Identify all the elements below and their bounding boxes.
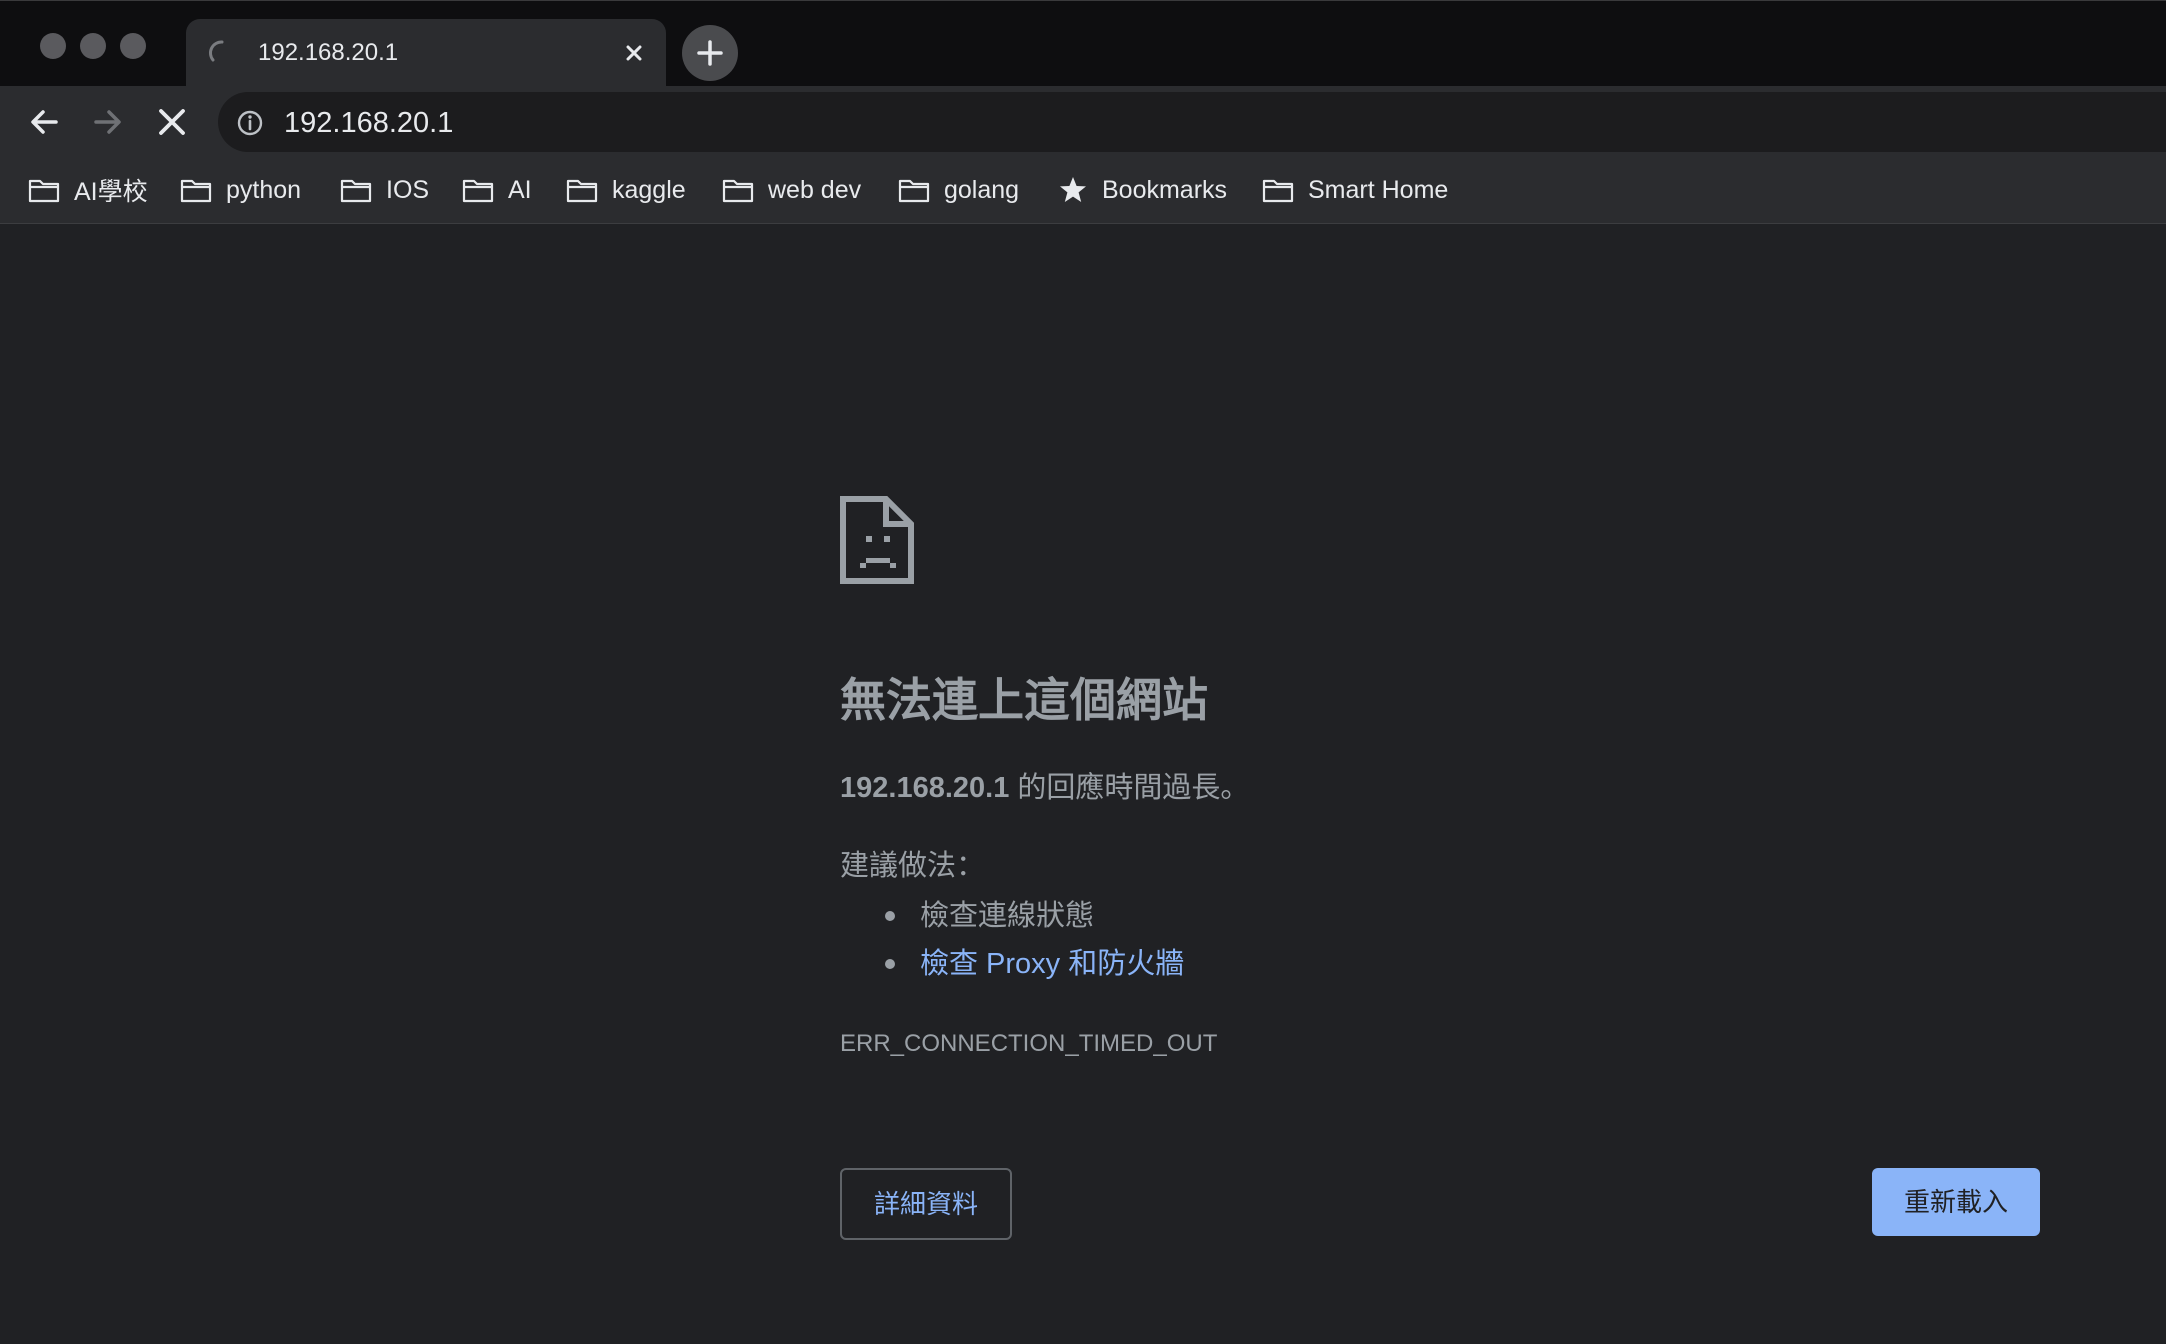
error-page: 無法連上這個網站 192.168.20.1 的回應時間過長。 建議做法： 檢查連… [0, 224, 2166, 1344]
window-maximize-button[interactable] [120, 33, 146, 59]
folder-icon [898, 179, 930, 203]
tab-strip: 192.168.20.1 [0, 0, 2166, 87]
url-text[interactable]: 192.168.20.1 [284, 106, 453, 140]
suggestion-check-proxy-link[interactable]: 檢查 Proxy 和防火牆 [840, 944, 1184, 992]
tab-active[interactable]: 192.168.20.1 [186, 19, 666, 87]
bookmark-label: golang [944, 175, 1020, 204]
reload-button[interactable]: 重新載入 [1872, 1168, 2040, 1236]
suggestion-check-connection: 檢查連線狀態 [840, 896, 1184, 944]
folder-icon [722, 179, 754, 203]
arrow-left-icon[interactable] [24, 102, 64, 142]
bookmark-python[interactable]: python [180, 170, 301, 210]
details-button[interactable]: 詳細資料 [840, 1168, 1012, 1240]
bookmark-bookmarks[interactable]: Bookmarks [1058, 170, 1227, 210]
folder-icon [180, 179, 212, 203]
bookmark-label: Smart Home [1308, 175, 1449, 204]
bookmark-ios[interactable]: IOS [340, 170, 429, 210]
sad-document-icon [840, 496, 914, 584]
error-summary-text: 的回應時間過長。 [1009, 772, 1250, 804]
bookmark-kaggle[interactable]: kaggle [566, 170, 686, 210]
bookmark-label: Bookmarks [1102, 175, 1228, 204]
tab-title: 192.168.20.1 [258, 39, 399, 66]
toolbar: 192.168.20.1 [0, 86, 2166, 158]
window-minimize-button[interactable] [80, 33, 106, 59]
folder-icon [566, 179, 598, 203]
suggestions-label: 建議做法： [840, 850, 986, 882]
bookmark-label: web dev [768, 175, 862, 204]
stop-loading-icon[interactable] [152, 102, 192, 142]
error-code: ERR_CONNECTION_TIMED_OUT [840, 1030, 1218, 1057]
bookmarks-bar: AI學校 python IOS AI kaggle web dev golang Bookma… [0, 158, 2166, 224]
star-icon [1060, 177, 1086, 202]
bookmark-label: AI [508, 175, 532, 204]
bookmark-smart-home[interactable]: Smart Home [1262, 170, 1448, 210]
bookmark-label: IOS [386, 175, 430, 204]
bookmark-ai[interactable]: AI [462, 170, 532, 210]
info-icon[interactable] [236, 109, 264, 137]
error-heading: 無法連上這個網站 [840, 674, 1208, 726]
folder-icon [462, 179, 494, 203]
folder-icon [1262, 179, 1294, 203]
error-host: 192.168.20.1 [840, 772, 1010, 804]
bookmark-web-dev[interactable]: web dev [722, 170, 861, 210]
bookmark-label: AI學校 [74, 178, 148, 206]
close-icon[interactable] [620, 39, 648, 67]
new-tab-button[interactable] [682, 25, 738, 81]
window-close-button[interactable] [40, 33, 66, 59]
suggestions-list: 檢查連線狀態 檢查 Proxy 和防火牆 [840, 896, 1184, 992]
error-summary: 192.168.20.1 的回應時間過長。 [840, 770, 1249, 806]
bookmark-ai學校[interactable]: AI學校 [28, 170, 148, 210]
bookmark-label: python [226, 175, 302, 204]
address-bar[interactable]: 192.168.20.1 [218, 92, 2166, 152]
arrow-right-icon[interactable] [88, 102, 128, 142]
bookmark-golang[interactable]: golang [898, 170, 1019, 210]
browser-window: 192.168.20.1 192.168.20.1 AI學校 python IO… [0, 0, 2166, 1344]
loading-spinner-icon [208, 40, 224, 62]
plus-icon [697, 40, 723, 66]
folder-icon [340, 179, 372, 203]
bookmark-label: kaggle [612, 175, 686, 204]
folder-icon [28, 179, 60, 203]
